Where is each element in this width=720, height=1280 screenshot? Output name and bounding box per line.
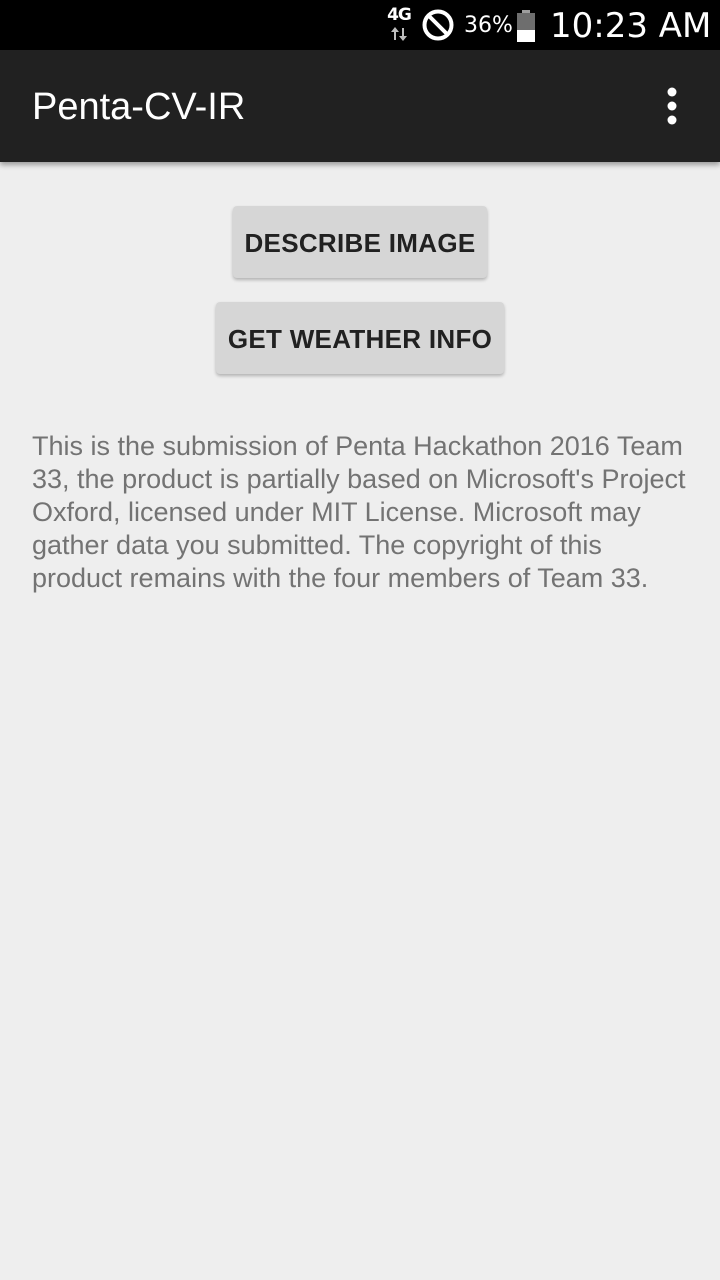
- more-vert-icon: [667, 87, 677, 125]
- get-weather-info-button[interactable]: GET WEATHER INFO: [216, 302, 504, 374]
- status-bar: 4G 36% 10:23 AM: [0, 0, 720, 50]
- battery-icon: [517, 10, 535, 42]
- app-title: Penta-CV-IR: [32, 86, 246, 128]
- battery-percent: 36%: [464, 13, 513, 38]
- info-text: This is the submission of Penta Hackatho…: [32, 431, 686, 593]
- describe-image-button[interactable]: DESCRIBE IMAGE: [233, 206, 487, 278]
- overflow-menu-button[interactable]: [646, 80, 698, 132]
- data-arrows-icon: [391, 27, 407, 41]
- status-time: 10:23 AM: [550, 6, 712, 46]
- network-type-label: 4G: [387, 5, 412, 25]
- do-not-disturb-icon: [422, 9, 454, 41]
- network-4g-icon: 4G: [385, 6, 413, 44]
